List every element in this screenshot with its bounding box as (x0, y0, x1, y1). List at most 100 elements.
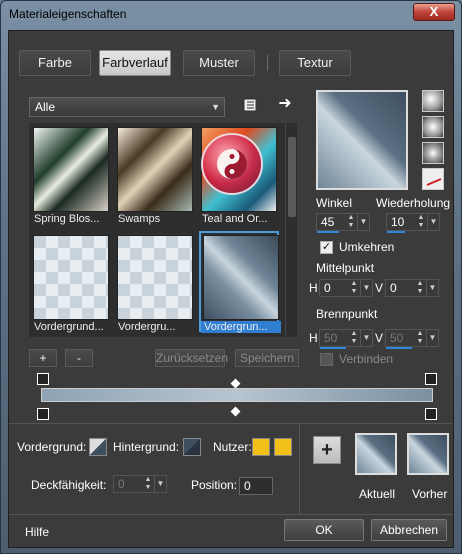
gradient-bar[interactable] (41, 388, 433, 402)
nutzer-swatch-secondary[interactable] (274, 438, 292, 456)
spin-arrows-icon[interactable]: ▲ ▼ (345, 214, 357, 230)
brennpunkt-h-level-bar (320, 347, 346, 349)
category-select[interactable]: Alle ▼ (29, 97, 225, 117)
current-gradient-swatch (355, 433, 397, 475)
mittelpunkt-label: Mittelpunkt (316, 261, 375, 275)
previous-gradient-swatch[interactable] (407, 433, 449, 475)
add-gradient-button[interactable]: + (313, 436, 341, 464)
wiederholung-level-bar (387, 231, 405, 233)
winkel-label: Winkel (316, 196, 353, 210)
ok-button[interactable]: OK (284, 519, 364, 541)
brennpunkt-h-input: 50 ▲ ▼ ▼ (319, 329, 373, 349)
umkehren-checkbox[interactable]: ✓ (320, 241, 333, 254)
arrow-right-icon[interactable]: ➜ (276, 95, 294, 113)
gradient-name: Teal and Or... (202, 213, 268, 225)
grid-scrollbar[interactable] (285, 123, 297, 337)
tab-farbverlauf[interactable]: Farbverlauf (99, 50, 171, 76)
wiederholung-input[interactable]: 10 ▲ ▼ ▼ (386, 213, 440, 233)
brennpunkt-v-level-bar (386, 347, 412, 349)
nutzer-label: Nutzer: (213, 440, 252, 454)
stop-marker-top-right[interactable] (425, 373, 437, 385)
mittelpunkt-h-label: H (309, 281, 318, 295)
style-linear-button[interactable] (422, 90, 444, 112)
tab-textur[interactable]: Textur (279, 50, 351, 76)
gradient-thumb-vordergrund-2[interactable]: Vordergru... (115, 233, 195, 334)
gradient-preview-large[interactable] (316, 90, 408, 190)
nutzer-swatch[interactable] (252, 438, 270, 456)
gradient-name: Vordergrun... (201, 321, 281, 333)
brennpunkt-label: Brennpunkt (316, 307, 378, 321)
spin-arrows-icon[interactable]: ▲ ▼ (414, 280, 426, 296)
winkel-input[interactable]: 45 ▲ ▼ ▼ (316, 213, 370, 233)
verbinden-checkbox (320, 353, 333, 366)
scrollbar-thumb[interactable] (288, 137, 296, 217)
mittelpunkt-v-input[interactable]: 0 ▲ ▼ ▼ (385, 279, 439, 297)
chevron-down-icon: ▼ (426, 330, 438, 346)
brennpunkt-v-label: V (375, 331, 384, 345)
gradient-name: Spring Blos... (34, 213, 100, 225)
dialog-window: Materialeigenschaften X Farbe Farbverlau… (0, 0, 462, 554)
deckfahigkeit-label: Deckfähigkeit: (31, 478, 107, 492)
stop-marker-top-left[interactable] (37, 373, 49, 385)
style-rectangular-button[interactable] (422, 116, 444, 138)
gradient-name: Vordergrund... (34, 321, 104, 333)
gradient-preview (117, 127, 193, 212)
tab-farbe[interactable]: Farbe (19, 50, 91, 76)
chevron-down-icon: ▼ (211, 102, 220, 112)
gradient-thumb-spring[interactable]: Spring Blos... (31, 125, 111, 226)
chevron-down-icon[interactable]: ▼ (357, 214, 369, 230)
chevron-down-icon: ▼ (360, 330, 372, 346)
gradient-preview (117, 235, 193, 320)
gradient-thumb-vordergrund-1[interactable]: Vordergrund... (31, 233, 111, 334)
title-bar[interactable]: Materialeigenschaften X (1, 1, 461, 29)
library-icon[interactable] (241, 97, 259, 115)
mittelpunkt-h-input[interactable]: 0 ▲ ▼ ▼ (319, 279, 373, 297)
reset-button[interactable]: Zurücksetzen (155, 349, 228, 367)
chevron-down-icon[interactable]: ▼ (360, 280, 372, 296)
tab-separator (267, 55, 268, 71)
remove-stop-button[interactable]: - (65, 349, 93, 367)
mittelpunkt-v-label: V (375, 281, 384, 295)
wiederholung-label: Wiederholung (376, 196, 451, 210)
category-value: Alle (35, 100, 56, 114)
deckfahigkeit-input: 0 ▲ ▼ ▼ (113, 475, 167, 493)
hintergrund-swatch[interactable] (183, 438, 201, 456)
chevron-down-icon[interactable]: ▼ (427, 214, 439, 230)
cancel-button[interactable]: Abbrechen (371, 519, 447, 541)
vordergrund-swatch[interactable] (89, 438, 107, 456)
vordergrund-label: Vordergrund: (17, 440, 87, 454)
window-title: Materialeigenschaften (9, 7, 127, 21)
position-input[interactable]: 0 (239, 477, 273, 495)
gradient-name: Vordergru... (118, 321, 176, 333)
winkel-level-bar (317, 231, 339, 233)
midpoint-marker-bottom[interactable] (230, 406, 241, 417)
style-radial-button[interactable] (422, 168, 444, 190)
umkehren-label: Umkehren (339, 240, 395, 254)
vorher-label: Vorher (412, 487, 448, 501)
hintergrund-label: Hintergrund: (113, 440, 180, 454)
spin-arrows-icon: ▲ ▼ (350, 330, 358, 345)
gradient-grid: Spring Blos... Swamps Teal and Or... Vor… (29, 123, 285, 337)
verbinden-label: Verbinden (339, 352, 394, 366)
stop-marker-bottom-left[interactable] (37, 408, 49, 420)
gradient-thumb-vordergrund-3[interactable]: Vordergrun... (199, 231, 281, 333)
divider-vertical (299, 424, 300, 514)
chevron-down-icon[interactable]: ▼ (426, 280, 438, 296)
tab-muster[interactable]: Muster (183, 50, 255, 76)
style-sunburst-button[interactable] (422, 142, 444, 164)
close-button[interactable]: X (413, 3, 455, 21)
save-button[interactable]: Speichern (235, 349, 299, 367)
spin-arrows-icon[interactable]: ▲ ▼ (348, 280, 360, 296)
chevron-down-icon: ▼ (154, 476, 166, 492)
midpoint-marker-top[interactable] (230, 378, 241, 389)
aktuell-label: Aktuell (359, 487, 396, 501)
spin-arrows-icon: ▲ ▼ (416, 330, 424, 345)
stop-marker-bottom-right[interactable] (425, 408, 437, 420)
gradient-thumb-swamps[interactable]: Swamps (115, 125, 195, 226)
add-stop-button[interactable]: + (29, 349, 57, 367)
spin-arrows-icon[interactable]: ▲ ▼ (415, 214, 427, 230)
client-area: Farbe Farbverlauf Muster Textur Alle ▼ ➜… (8, 30, 454, 548)
help-link[interactable]: Hilfe (25, 525, 49, 539)
watermark-logo (201, 133, 263, 195)
gradient-preview (203, 235, 279, 320)
